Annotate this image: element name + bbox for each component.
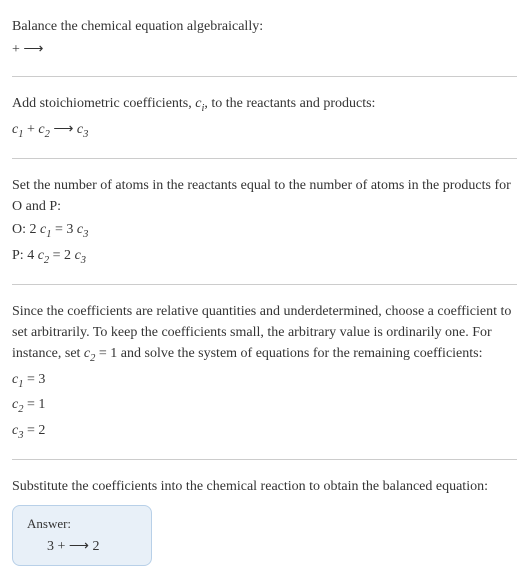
stoich-arrow: ⟶: [50, 122, 77, 137]
balance-equation: + ⟶: [12, 39, 517, 60]
stoich-plus: +: [23, 122, 38, 137]
answer-box: Answer: 3 + ⟶ 2: [12, 505, 152, 566]
atoms-o-lhs-coef: 2: [30, 222, 41, 237]
atoms-o-c3-sub: 3: [83, 229, 88, 240]
stoich-title-part1: Add stoichiometric coefficients,: [12, 96, 195, 111]
stoich-title: Add stoichiometric coefficients, ci, to …: [12, 93, 517, 117]
solve-sol3: c3 = 2: [12, 420, 517, 444]
atoms-row-o: O: 2 c1 = 3 c3: [12, 219, 517, 243]
stoich-title-part2: , to the reactants and products:: [204, 96, 375, 111]
atoms-title: Set the number of atoms in the reactants…: [12, 175, 517, 217]
stoich-equation: c1 + c2 ⟶ c3: [12, 119, 517, 143]
section-atoms: Set the number of atoms in the reactants…: [12, 167, 517, 276]
answer-content: 3 + ⟶ 2: [27, 538, 137, 555]
divider: [12, 459, 517, 460]
balance-title: Balance the chemical equation algebraica…: [12, 16, 517, 37]
solve-title-part2: = 1 and solve the system of equations fo…: [95, 346, 482, 361]
section-solve: Since the coefficients are relative quan…: [12, 293, 517, 451]
atoms-p-c3-sub: 3: [81, 254, 86, 265]
section-stoichiometric: Add stoichiometric coefficients, ci, to …: [12, 85, 517, 150]
substitute-title: Substitute the coefficients into the che…: [12, 476, 517, 497]
atoms-o-eq: = 3: [51, 222, 76, 237]
solve-title: Since the coefficients are relative quan…: [12, 301, 517, 367]
solve-sol2-val: = 1: [23, 397, 45, 412]
divider: [12, 158, 517, 159]
solve-sol3-val: = 2: [23, 423, 45, 438]
solve-sol1: c1 = 3: [12, 369, 517, 393]
atoms-p-label: P:: [12, 248, 27, 263]
section-substitute: Substitute the coefficients into the che…: [12, 468, 517, 572]
divider: [12, 284, 517, 285]
atoms-row-p: P: 4 c2 = 2 c3: [12, 245, 517, 269]
solve-sol2: c2 = 1: [12, 394, 517, 418]
solve-sol1-val: = 3: [23, 372, 45, 387]
answer-label: Answer:: [27, 516, 137, 532]
divider: [12, 76, 517, 77]
stoich-c3-sub: 3: [83, 128, 88, 139]
atoms-p-lhs-coef: 4: [27, 248, 38, 263]
section-balance-intro: Balance the chemical equation algebraica…: [12, 8, 517, 68]
atoms-o-label: O:: [12, 222, 30, 237]
atoms-p-eq: = 2: [49, 248, 74, 263]
